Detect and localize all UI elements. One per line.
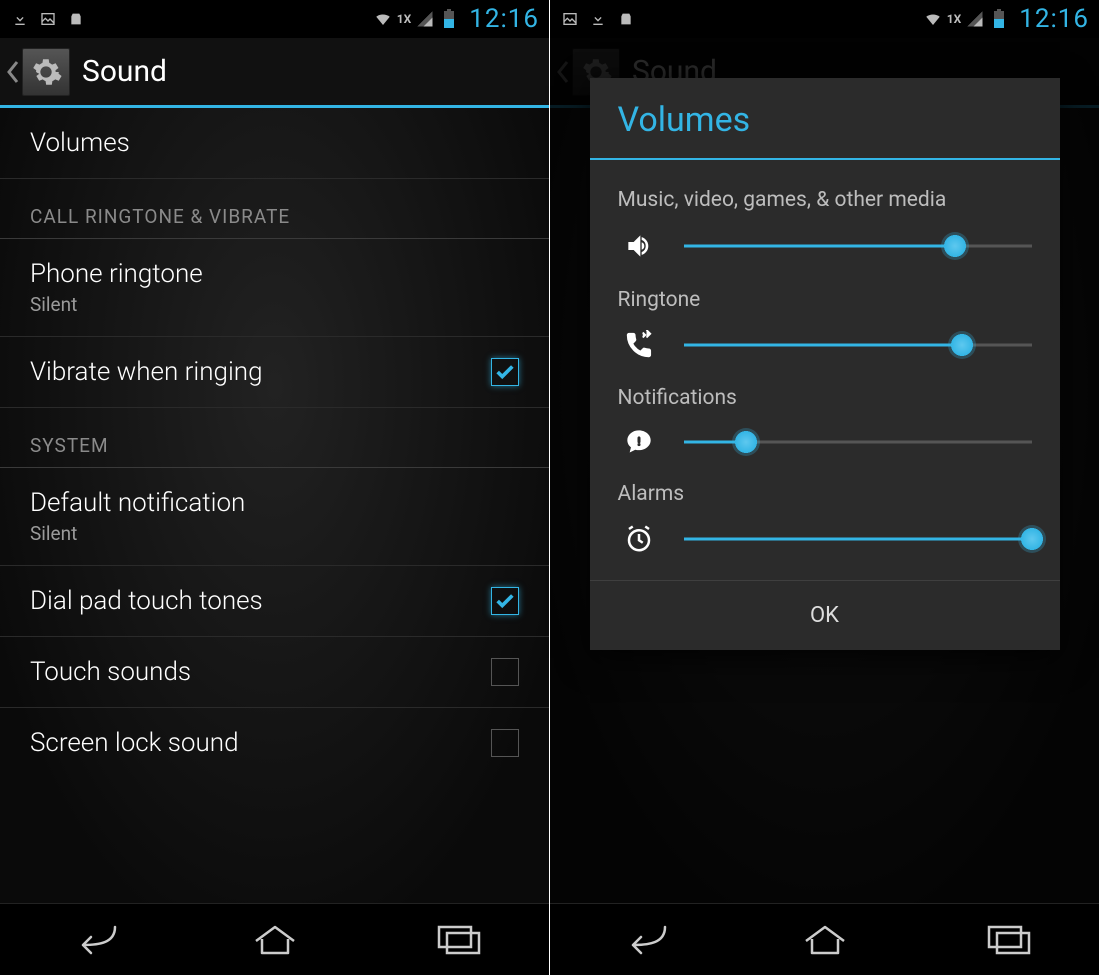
phone-left: 1X 12:16 Sound Volumes CALL RINGTONE & V… <box>0 0 550 975</box>
settings-gear-icon[interactable] <box>22 48 70 96</box>
section-header-system: SYSTEM <box>0 408 549 468</box>
nav-recent-button[interactable] <box>422 922 494 958</box>
volume-label: Notifications <box>618 386 1032 410</box>
network-type-label: 1X <box>947 12 962 26</box>
item-phone-ringtone[interactable]: Phone ringtone Silent <box>0 239 549 337</box>
slider-notifications[interactable] <box>684 428 1032 456</box>
item-value: Silent <box>30 522 245 545</box>
action-bar[interactable]: Sound <box>0 38 549 108</box>
status-bar: 1X 12:16 <box>550 0 1099 38</box>
volume-group-media: Music, video, games, & other media <box>618 188 1032 262</box>
item-label: Screen lock sound <box>30 728 239 758</box>
item-label: Touch sounds <box>30 657 191 687</box>
dialog-title: Volumes <box>590 78 1060 160</box>
wifi-icon <box>373 9 393 29</box>
checkbox-dialpad[interactable] <box>491 587 519 615</box>
checkbox-vibrate[interactable] <box>491 358 519 386</box>
picture-icon <box>560 9 580 29</box>
signal-icon <box>965 9 985 29</box>
slider-ringtone[interactable] <box>684 331 1032 359</box>
battery-icon <box>439 9 459 29</box>
bag-check-icon <box>66 9 86 29</box>
item-label: Dial pad touch tones <box>30 586 263 616</box>
slider-alarms[interactable] <box>684 525 1032 553</box>
item-vibrate[interactable]: Vibrate when ringing <box>0 337 549 408</box>
ok-button[interactable]: OK <box>590 580 1060 650</box>
phone-right: 1X 12:16 Sound Volumes Music, video, gam… <box>550 0 1100 975</box>
volume-group-notifications: Notifications <box>618 386 1032 456</box>
checkbox-touch-sounds[interactable] <box>491 658 519 686</box>
status-clock: 12:16 <box>469 4 539 34</box>
back-caret-icon[interactable] <box>4 57 22 87</box>
volume-group-alarms: Alarms <box>618 482 1032 554</box>
volumes-dialog: Volumes Music, video, games, & other med… <box>590 78 1060 650</box>
item-label: Vibrate when ringing <box>30 357 263 387</box>
item-volumes[interactable]: Volumes <box>0 108 549 179</box>
nav-home-button[interactable] <box>789 922 861 958</box>
volume-label: Ringtone <box>618 288 1032 312</box>
checkbox-screen-lock[interactable] <box>491 729 519 757</box>
nav-bar <box>0 903 549 975</box>
slider-media[interactable] <box>684 232 1032 260</box>
alarm-clock-icon <box>618 524 660 554</box>
page-title: Sound <box>82 54 167 89</box>
item-screen-lock-sound[interactable]: Screen lock sound <box>0 708 549 778</box>
item-value: Silent <box>30 293 203 316</box>
battery-icon <box>989 9 1009 29</box>
item-label: Default notification <box>30 488 245 518</box>
nav-back-button[interactable] <box>56 922 128 958</box>
bag-check-icon <box>616 9 636 29</box>
item-label: Volumes <box>30 128 130 158</box>
status-clock: 12:16 <box>1019 4 1089 34</box>
nav-recent-button[interactable] <box>972 922 1044 958</box>
notification-bubble-icon <box>618 428 660 456</box>
volume-label: Music, video, games, & other media <box>618 188 1032 212</box>
status-bar: 1X 12:16 <box>0 0 549 38</box>
phone-ringing-icon <box>618 330 660 360</box>
signal-icon <box>415 9 435 29</box>
item-dialpad-tones[interactable]: Dial pad touch tones <box>0 566 549 637</box>
nav-bar <box>550 903 1099 975</box>
download-icon <box>588 9 608 29</box>
picture-icon <box>38 9 58 29</box>
network-type-label: 1X <box>397 12 412 26</box>
item-default-notification[interactable]: Default notification Silent <box>0 468 549 566</box>
item-label: Phone ringtone <box>30 259 203 289</box>
dialog-backdrop[interactable]: Volumes Music, video, games, & other med… <box>550 38 1099 903</box>
wifi-icon <box>923 9 943 29</box>
speaker-icon <box>618 230 660 262</box>
nav-back-button[interactable] <box>606 922 678 958</box>
download-icon <box>10 9 30 29</box>
nav-home-button[interactable] <box>239 922 311 958</box>
settings-list[interactable]: Volumes CALL RINGTONE & VIBRATE Phone ri… <box>0 108 549 903</box>
item-touch-sounds[interactable]: Touch sounds <box>0 637 549 708</box>
volume-label: Alarms <box>618 482 1032 506</box>
volume-group-ringtone: Ringtone <box>618 288 1032 360</box>
section-header-ringtone: CALL RINGTONE & VIBRATE <box>0 179 549 239</box>
